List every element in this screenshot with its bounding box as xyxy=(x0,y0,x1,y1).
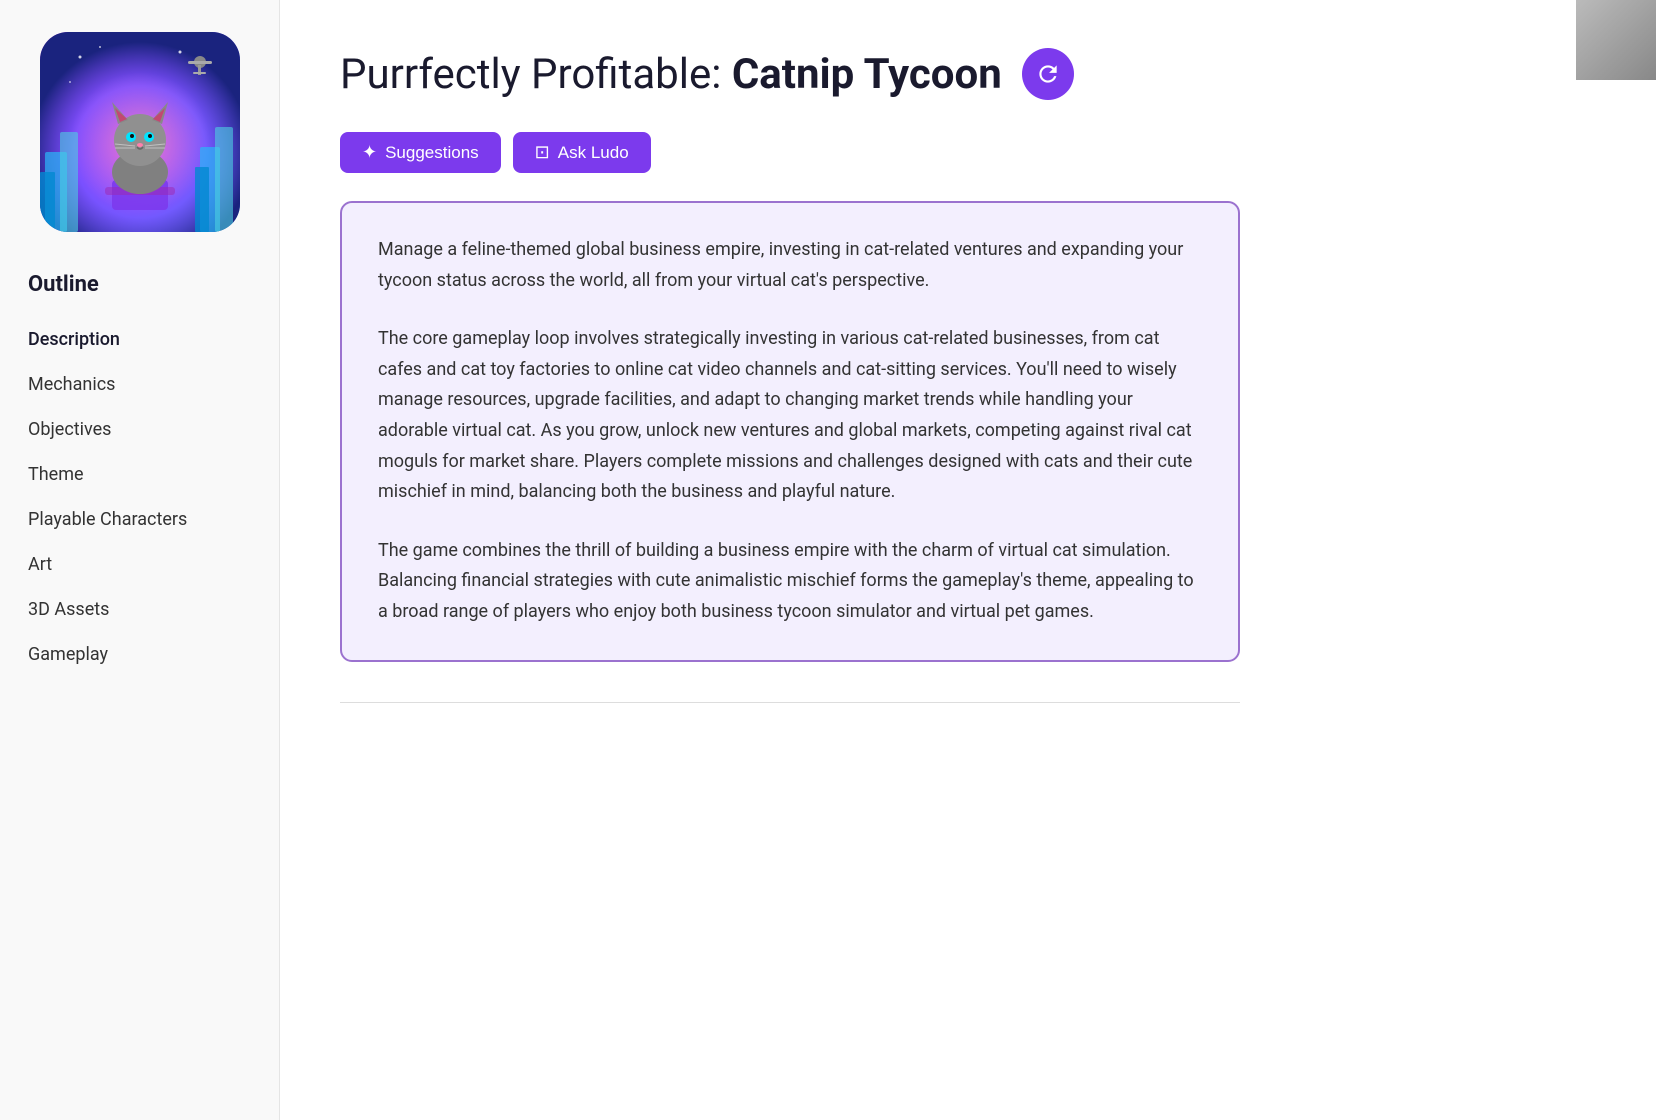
refresh-icon xyxy=(1035,61,1061,87)
page-header: Purrfectly Profitable: Catnip Tycoon xyxy=(340,48,1596,100)
description-paragraph-3: The game combines the thrill of building… xyxy=(378,536,1202,628)
ask-ludo-icon: ⊡ xyxy=(535,142,550,163)
action-buttons: ✦ Suggestions ⊡ Ask Ludo xyxy=(340,132,1596,173)
section-divider xyxy=(340,702,1240,703)
game-image xyxy=(40,32,240,232)
sidebar-item-gameplay[interactable]: Gameplay xyxy=(20,632,259,677)
sidebar-item-art[interactable]: Art xyxy=(20,542,259,587)
suggestions-icon: ✦ xyxy=(362,142,377,163)
sidebar-item-theme[interactable]: Theme xyxy=(20,452,259,497)
sidebar-item-3d-assets[interactable]: 3D Assets xyxy=(20,587,259,632)
page-title: Purrfectly Profitable: Catnip Tycoon xyxy=(340,50,1002,99)
sidebar-nav: Outline Description Mechanics Objectives… xyxy=(0,272,279,677)
main-content: Purrfectly Profitable: Catnip Tycoon ✦ S… xyxy=(280,0,1656,1120)
sidebar: Outline Description Mechanics Objectives… xyxy=(0,0,280,1120)
outline-title: Outline xyxy=(20,272,259,297)
sidebar-item-objectives[interactable]: Objectives xyxy=(20,407,259,452)
ask-ludo-button[interactable]: ⊡ Ask Ludo xyxy=(513,132,651,173)
description-paragraph-2: The core gameplay loop involves strategi… xyxy=(378,324,1202,508)
sidebar-item-mechanics[interactable]: Mechanics xyxy=(20,362,259,407)
description-content-box: Manage a feline-themed global business e… xyxy=(340,201,1240,662)
sidebar-item-playable-characters[interactable]: Playable Characters xyxy=(20,497,259,542)
refresh-button[interactable] xyxy=(1022,48,1074,100)
description-paragraph-1: Manage a feline-themed global business e… xyxy=(378,235,1202,296)
suggestions-button[interactable]: ✦ Suggestions xyxy=(340,132,501,173)
sidebar-item-description[interactable]: Description xyxy=(20,317,259,362)
top-right-decoration xyxy=(1576,0,1656,80)
